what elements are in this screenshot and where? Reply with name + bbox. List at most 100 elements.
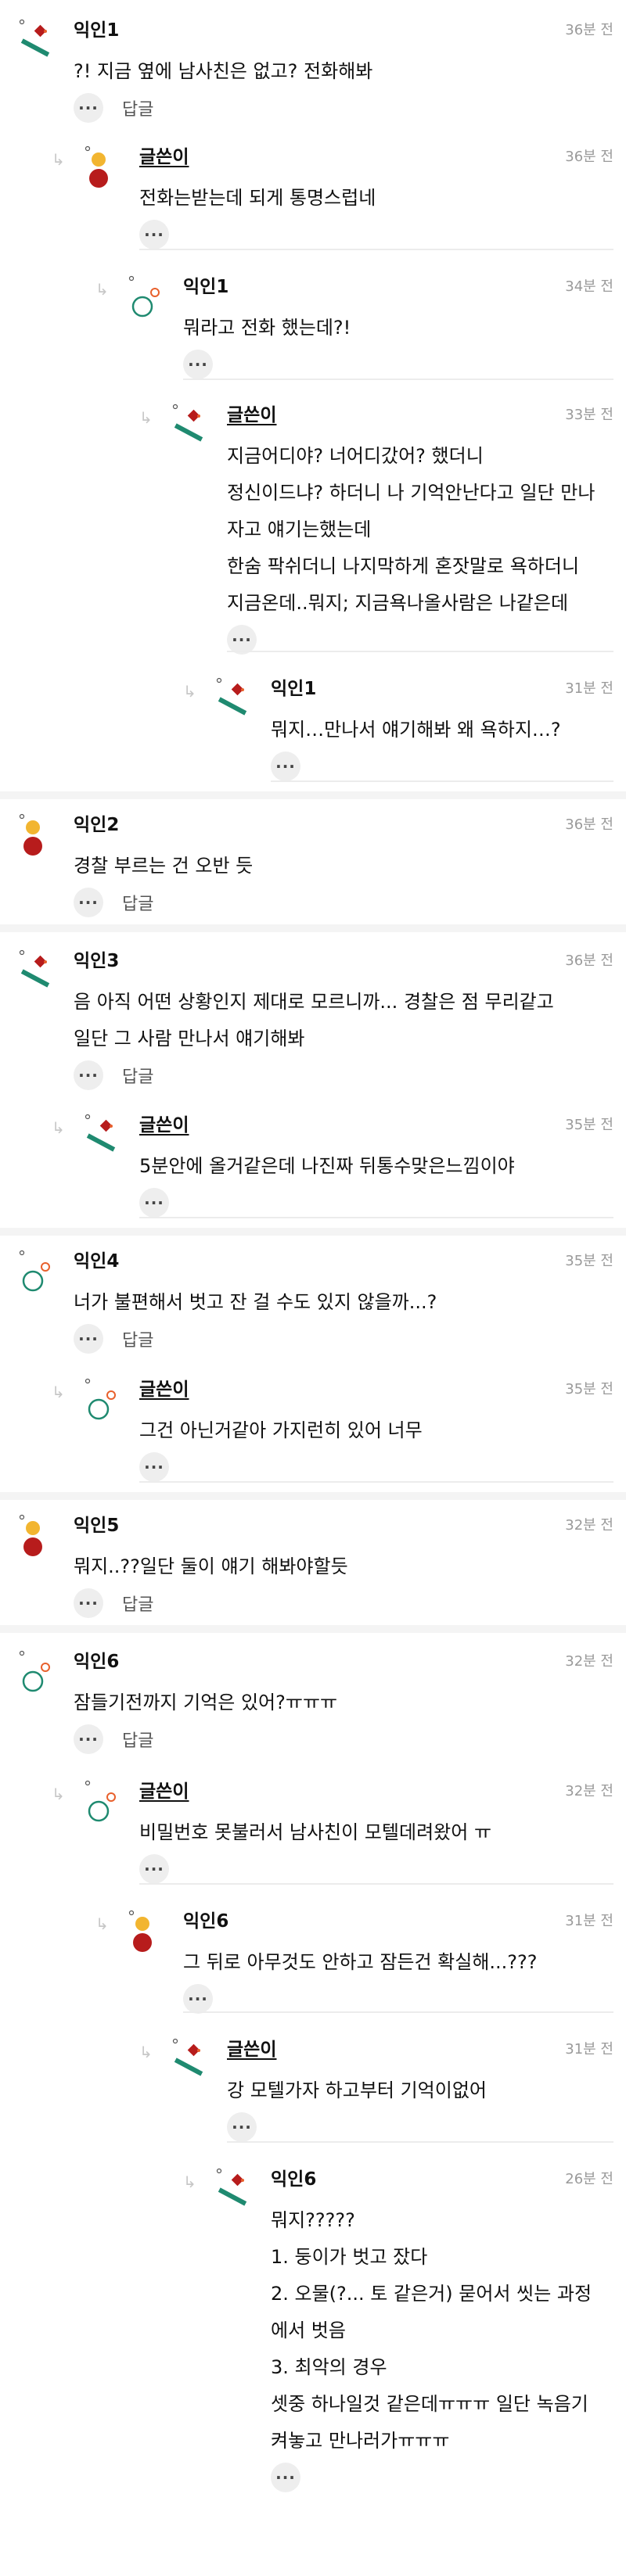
nickname[interactable]: 익인6: [183, 1910, 228, 1933]
comment-body: 뭐지…만나서 얘기해봐 왜 욕하지…?: [271, 712, 613, 748]
avatar[interactable]: [17, 949, 55, 993]
timestamp: 36분 전: [565, 22, 613, 38]
comment-line: 일단 그 사람 만나서 얘기해봐: [74, 1028, 305, 1049]
reply-button[interactable]: 답글: [122, 1591, 153, 1616]
avatar[interactable]: [83, 1378, 121, 1422]
comment-line: 너가 불편해서 벗고 잔 걸 수도 있지 않을까...?: [74, 1291, 437, 1313]
more-options-button[interactable]: ···: [271, 2463, 300, 2492]
person-head: [92, 152, 106, 167]
avatar[interactable]: [17, 813, 55, 857]
nickname[interactable]: 익인6: [74, 1650, 119, 1674]
avatar[interactable]: [127, 275, 164, 319]
reply-button[interactable]: 답글: [122, 1063, 153, 1088]
avatar[interactable]: [17, 1514, 55, 1558]
avatar[interactable]: [17, 19, 55, 63]
more-options-button[interactable]: ···: [74, 1324, 103, 1354]
avatar[interactable]: [83, 145, 121, 189]
more-options-button[interactable]: ···: [139, 220, 169, 249]
reply-button[interactable]: 답글: [122, 95, 153, 120]
more-options-button[interactable]: ···: [74, 1724, 103, 1754]
nickname[interactable]: 익인3: [74, 949, 119, 973]
reply-button[interactable]: 답글: [122, 1326, 153, 1351]
avatar[interactable]: [214, 677, 252, 721]
more-options-button[interactable]: ···: [139, 1452, 169, 1482]
comment-actions: ···: [271, 2463, 300, 2492]
comment-line: 비밀번호 못불러서 남사친이 모텔데려왔어 ㅠ: [139, 1821, 492, 1843]
reply-button[interactable]: 답글: [122, 890, 153, 915]
more-options-button[interactable]: ···: [183, 350, 213, 379]
comment-actions: ···: [139, 1452, 169, 1482]
nickname[interactable]: 글쓴이: [139, 145, 189, 169]
nickname[interactable]: 익인1: [74, 19, 119, 42]
comment-line: 음 아직 어떤 상황인지 제대로 모르니까... 경찰은 점 무리같고: [74, 991, 554, 1013]
reply-arrow-icon: ↳: [95, 1914, 109, 1933]
dot: [106, 1390, 116, 1400]
nickname[interactable]: 글쓴이: [139, 1780, 189, 1803]
timestamp: 36분 전: [565, 816, 613, 833]
nickname[interactable]: 글쓴이: [139, 1378, 189, 1401]
reply-arrow-icon: ↳: [52, 150, 65, 169]
dot: [106, 1792, 116, 1802]
person-body: [23, 1537, 42, 1556]
nickname[interactable]: 글쓴이: [227, 2038, 276, 2061]
comment-line: 강 모텔가자 하고부터 기억이없어: [227, 2079, 487, 2101]
reply-arrow-icon: ↳: [52, 1383, 65, 1401]
avatar[interactable]: [171, 2038, 208, 2082]
nickname[interactable]: 익인5: [74, 1514, 119, 1537]
timestamp: 36분 전: [565, 149, 613, 165]
more-options-button[interactable]: ···: [74, 888, 103, 917]
circle-icon: [19, 1250, 50, 1292]
more-options-button[interactable]: ···: [183, 1984, 213, 2014]
reply-arrow-icon: ↳: [183, 2172, 196, 2191]
comment-line: ?! 지금 옆에 남사친은 없고? 전화해봐: [74, 60, 373, 82]
more-options-button[interactable]: ···: [74, 1060, 103, 1090]
comment-actions: ···: [183, 1984, 213, 2014]
comment-actions: ···: [271, 752, 300, 781]
nickname[interactable]: 익인6: [271, 2168, 316, 2191]
avatar[interactable]: [17, 1650, 55, 1694]
reply-arrow-icon: ↳: [139, 2043, 153, 2061]
comment-body: 경찰 부르는 건 오반 듯: [74, 848, 613, 884]
section-separator: [0, 924, 626, 932]
dot: [41, 1262, 50, 1272]
nickname[interactable]: 익인1: [183, 275, 228, 299]
comment-line: 1. 둥이가 벗고 잤다: [271, 2246, 428, 2268]
timestamp: 35분 전: [565, 1253, 613, 1269]
nickname[interactable]: 익인1: [271, 677, 316, 701]
more-options-button[interactable]: ···: [139, 1854, 169, 1884]
comment-actions: ··· 답글: [74, 1324, 153, 1354]
more-options-button[interactable]: ···: [74, 93, 103, 123]
reply-arrow-icon: ↳: [183, 682, 196, 701]
avatar[interactable]: [17, 1250, 55, 1293]
comment-line: 3. 최악의 경우: [271, 2356, 387, 2378]
more-options-button[interactable]: ···: [227, 2112, 257, 2142]
more-options-button[interactable]: ···: [74, 1588, 103, 1618]
comment-actions: ···: [183, 350, 213, 379]
reply-button[interactable]: 답글: [122, 1727, 153, 1752]
more-options-button[interactable]: ···: [139, 1188, 169, 1218]
avatar[interactable]: [83, 1114, 121, 1157]
more-options-button[interactable]: ···: [271, 752, 300, 781]
flag-bar: [174, 2058, 203, 2076]
comment-line: 한숨 팍쉬더니 나지막하게 혼잣말로 욕하더니: [227, 555, 580, 577]
comment-line: 그건 아닌거같아 가지런히 있어 너무: [139, 1419, 423, 1441]
person-icon: [19, 813, 42, 856]
nickname[interactable]: 익인2: [74, 813, 119, 837]
comment-line: 2. 오물(?... 토 같은거) 묻어서 씻는 과정: [271, 2283, 592, 2305]
comment: 익인5 32분 전 뭐지..??일단 둘이 얘기 해봐야할듯 ··· 답글: [0, 1514, 626, 1629]
nickname[interactable]: 글쓴이: [139, 1114, 189, 1137]
person-body: [89, 169, 108, 188]
nickname[interactable]: 글쓴이: [227, 404, 276, 427]
flag-bar: [218, 697, 247, 716]
nickname[interactable]: 익인4: [74, 1250, 119, 1273]
comment-thread: 익인1 36분 전 ?! 지금 옆에 남사친은 없고? 전화해봐 ··· 답글 ↳ 글쓴이 3…: [0, 0, 626, 2576]
avatar[interactable]: [127, 1910, 164, 1954]
reply-comment: ↳ 글쓴이 33분 전 지금어디야? 너어디갔어? 했더니 정신이드냐? 하더니 나 기…: [0, 404, 626, 666]
flag-icon: [172, 2038, 203, 2076]
person-icon: [19, 1514, 42, 1556]
avatar[interactable]: [214, 2168, 252, 2212]
comment-actions: ···: [139, 1188, 169, 1218]
avatar[interactable]: [83, 1780, 121, 1824]
flag-icon: [216, 677, 247, 716]
avatar[interactable]: [171, 404, 208, 447]
